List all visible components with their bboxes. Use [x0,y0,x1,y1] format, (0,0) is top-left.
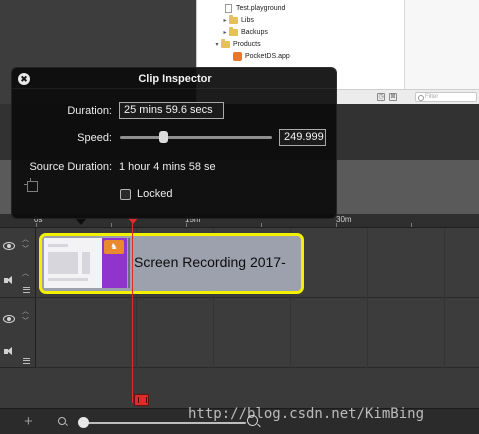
speed-label: Speed: [77,132,112,144]
eye-icon[interactable] [3,315,15,323]
thumbnail-detail [48,244,68,247]
folder-icon [229,26,238,36]
chevron-up-icon[interactable]: ︿ [22,236,29,244]
watermark-text: http://blog.csdn.net/KimBing [188,406,425,422]
duration-label: Duration: [67,105,112,117]
clip-title: Screen Recording 2017- [134,254,286,270]
grid-line [367,228,368,368]
inspector-title: Clip Inspector [138,73,212,85]
tree-item-pocketds-app[interactable]: PocketDS.app [233,50,290,62]
grid-line [444,228,445,368]
duration-field[interactable]: 25 mins 59.6 secs [119,102,224,119]
tree-item-label: Products [233,40,261,48]
ruler-tick [411,223,412,227]
folder-icon [229,14,238,24]
track-menu-icon[interactable] [23,287,30,293]
clip-thumbnail [44,238,102,288]
thumbnail-detail [48,252,78,274]
playhead-line[interactable] [132,219,133,403]
tree-item-label: Libs [241,16,254,24]
file-icon [225,3,232,13]
inspector-divider [12,88,338,89]
ruler-label: 30m [336,215,352,224]
chevron-down-icon[interactable]: ﹀ [22,318,29,326]
playhead-handle[interactable] [134,394,149,406]
tree-item-label: Test.playground [236,4,286,12]
tree-item-backups[interactable]: ▸ Backups [221,26,268,38]
clip-inspector-panel: Clip Inspector ✖ Duration: 25 mins 59.6 … [11,67,338,219]
track-headers: ︿ ﹀ ︿ ︿ ﹀ [0,228,36,368]
track-header-1: ︿ ﹀ ︿ [0,228,36,298]
ruler-tick [336,223,337,227]
tree-item-test-playground[interactable]: Test.playground [225,2,285,14]
track-lane-2[interactable] [36,298,479,368]
speaker-icon[interactable] [4,347,14,356]
locked-label: Locked [137,188,173,200]
track-header-2: ︿ ﹀ [0,298,36,368]
clip-divider [128,238,130,288]
add-track-button[interactable]: + [24,413,33,430]
chevron-down-icon[interactable]: ﹀ [22,246,29,254]
app-icon [233,51,242,61]
tree-item-label: PocketDS.app [245,52,290,60]
chevron-up-icon[interactable]: ︿ [22,270,29,278]
filter-input[interactable]: Filter [415,92,477,102]
speed-slider-knob[interactable] [158,131,168,143]
track-menu-icon[interactable] [23,358,30,364]
eye-icon[interactable] [3,242,15,250]
speed-field[interactable]: 249.999 [279,129,326,146]
ruler-tick [111,223,112,227]
source-duration-value: 1 hour 4 mins 58 se [119,161,216,173]
crop-icon[interactable] [24,178,38,192]
tree-item-products[interactable]: ▾ Products [213,38,261,50]
recent-files-icon[interactable]: ◷ [377,93,385,101]
speaker-icon[interactable] [4,276,14,285]
timeline-empty-area[interactable] [0,368,479,408]
disclosure-right-icon[interactable]: ▸ [221,17,229,24]
chevron-up-icon[interactable]: ︿ [22,308,29,316]
source-control-icon[interactable]: ⊠ [389,93,397,101]
zoom-slider[interactable] [80,422,246,424]
ruler-tick [186,223,187,227]
folder-icon [221,38,230,48]
inspector-pointer [75,218,87,225]
thumbnail-detail [82,252,90,274]
disclosure-down-icon[interactable]: ▾ [213,41,221,48]
disclosure-right-icon[interactable]: ▸ [221,29,229,36]
ruler-tick [36,223,37,227]
tree-item-libs[interactable]: ▸ Libs [221,14,254,26]
zoom-slider-knob[interactable] [78,417,89,428]
zoom-out-icon[interactable] [58,417,66,425]
ruler-tick [261,223,262,227]
source-duration-label: Source Duration: [29,161,112,173]
thumbnail-detail [48,278,88,281]
video-clip[interactable]: ♞ Screen Recording 2017- [39,233,304,294]
tree-item-label: Backups [241,28,268,36]
close-icon[interactable]: ✖ [18,73,30,85]
presenter-icon: ♞ [104,240,124,254]
locked-checkbox[interactable] [120,189,131,200]
speed-slider[interactable] [120,136,272,139]
